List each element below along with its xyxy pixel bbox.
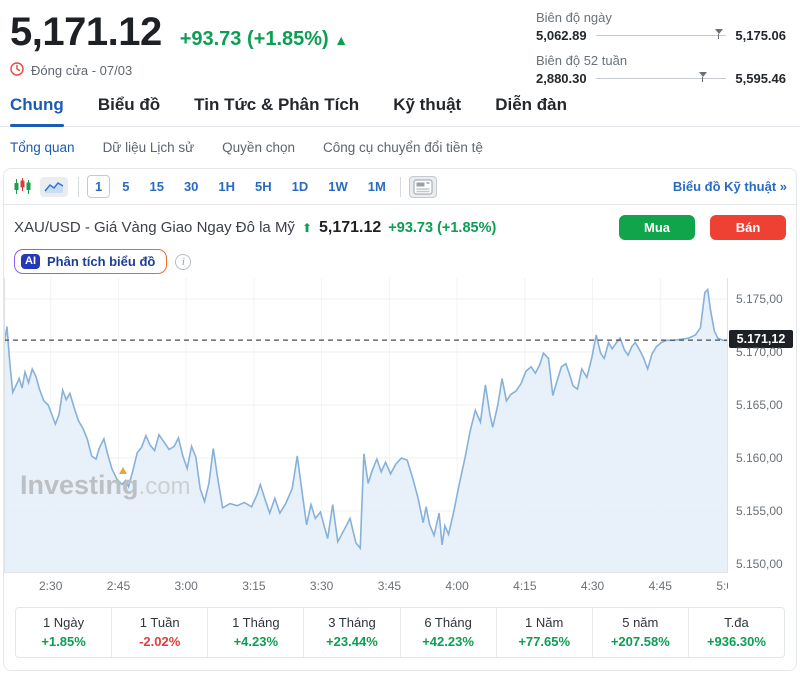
subtab-du-lieu-lich-su[interactable]: Dữ liệu Lịch sử	[103, 140, 195, 155]
x-tick-label: 2:45	[107, 579, 130, 593]
x-tick-label: 2:30	[39, 579, 62, 593]
subtab-tong-quan[interactable]: Tổng quan	[10, 140, 75, 155]
perf-max[interactable]: T.đa+936.30%	[689, 608, 784, 657]
performance-strip: 1 Ngày+1.85% 1 Tuần-2.02% 1 Tháng+4.23% …	[15, 607, 785, 658]
interval-5h[interactable]: 5H	[247, 175, 280, 198]
daily-range-high: 5,175.06	[735, 28, 786, 43]
tab-dien-dan[interactable]: Diễn đàn	[495, 95, 567, 126]
sub-tabs: Tổng quan Dữ liệu Lịch sử Quyền chọn Côn…	[0, 127, 800, 168]
perf-1-week[interactable]: 1 Tuần-2.02%	[112, 608, 208, 657]
x-tick-label: 4:00	[445, 579, 468, 593]
daily-range-track	[596, 35, 727, 36]
tab-ky-thuat[interactable]: Kỹ thuật	[393, 95, 461, 126]
interval-15[interactable]: 15	[141, 175, 171, 198]
x-tick-label: 3:45	[378, 579, 401, 593]
toolbar-divider	[400, 177, 401, 197]
chart-widget: 1 5 15 30 1H 5H 1D 1W 1M Biểu đồ Kỹ thuậ…	[3, 168, 797, 671]
52wk-range-track	[596, 78, 727, 79]
interval-1w[interactable]: 1W	[320, 175, 356, 198]
tab-tin-tuc[interactable]: Tin Tức & Phân Tích	[194, 95, 359, 126]
toolbar-divider	[78, 177, 79, 197]
clock-icon	[10, 62, 24, 79]
ai-icon: AI	[21, 254, 40, 269]
ai-analysis-button[interactable]: AI Phân tích biểu đồ	[14, 249, 167, 274]
line-chart-icon[interactable]	[40, 177, 68, 197]
perf-1-day[interactable]: 1 Ngày+1.85%	[16, 608, 112, 657]
y-tick-label: 5.165,00	[736, 398, 783, 412]
interval-1h[interactable]: 1H	[210, 175, 243, 198]
perf-6-months[interactable]: 6 Tháng+42.23%	[401, 608, 497, 657]
y-tick-label: 5.170,00	[736, 345, 783, 359]
candlestick-chart-icon[interactable]	[13, 177, 32, 196]
news-events-icon[interactable]	[409, 176, 437, 198]
interval-5[interactable]: 5	[114, 175, 137, 198]
perf-1-year[interactable]: 1 Năm+77.65%	[497, 608, 593, 657]
y-tick-label: 5.150,00	[736, 557, 783, 571]
daily-range: Biên độ ngày 5,062.89 5,175.06	[536, 10, 786, 43]
y-axis: 5.171,12 5.175,005.170,005.165,005.160,0…	[728, 278, 796, 573]
x-tick-label: 3:15	[242, 579, 265, 593]
technical-chart-link[interactable]: Biểu đồ Kỹ thuật »	[673, 179, 787, 194]
tab-chung[interactable]: Chung	[10, 95, 64, 126]
up-arrow-icon: ⬆	[302, 221, 312, 235]
x-tick-label: 4:15	[513, 579, 536, 593]
last-price: 5,171.12	[10, 10, 162, 55]
sell-button[interactable]: Bán	[710, 215, 786, 240]
area-chart-svg	[4, 278, 728, 573]
x-tick-label: 3:00	[174, 579, 197, 593]
market-status: Đóng cửa - 07/03	[31, 63, 132, 78]
52wk-range-low: 2,880.30	[536, 71, 587, 86]
52wk-range-label: Biên độ 52 tuần	[536, 53, 786, 68]
x-tick-label: 5:00	[716, 579, 728, 593]
info-icon[interactable]: i	[175, 254, 191, 270]
interval-1m[interactable]: 1M	[360, 175, 394, 198]
interval-1d[interactable]: 1D	[284, 175, 317, 198]
subtab-cong-cu[interactable]: Công cụ chuyển đổi tiền tệ	[323, 140, 483, 155]
price-change: +93.73 (+1.85%) ▲	[180, 28, 348, 51]
chart-change: +93.73 (+1.85%)	[388, 220, 496, 236]
y-tick-label: 5.175,00	[736, 292, 783, 306]
perf-1-month[interactable]: 1 Tháng+4.23%	[208, 608, 304, 657]
interval-30[interactable]: 30	[176, 175, 206, 198]
perf-3-months[interactable]: 3 Tháng+23.44%	[304, 608, 400, 657]
perf-5-years[interactable]: 5 năm+207.58%	[593, 608, 689, 657]
chart-title: XAU/USD - Giá Vàng Giao Ngay Đô la Mỹ	[14, 219, 295, 236]
subtab-quyen-chon[interactable]: Quyền chọn	[222, 140, 295, 155]
range-panel: Biên độ ngày 5,062.89 5,175.06 Biên độ 5…	[536, 10, 786, 96]
x-tick-label: 3:30	[310, 579, 333, 593]
up-triangle-icon: ▲	[334, 32, 348, 48]
chart-price: 5,171.12	[319, 219, 381, 237]
instrument-header: 5,171.12 +93.73 (+1.85%) ▲ Đóng cửa - 07…	[0, 0, 800, 79]
daily-range-label: Biên độ ngày	[536, 10, 786, 25]
y-tick-label: 5.155,00	[736, 504, 783, 518]
daily-range-low: 5,062.89	[536, 28, 587, 43]
x-tick-label: 4:30	[581, 579, 604, 593]
buy-button[interactable]: Mua	[619, 215, 695, 240]
price-chart[interactable]: Investing.com 5.171,12 5.175,005.170,005…	[4, 278, 796, 573]
52wk-range-high: 5,595.46	[735, 71, 786, 86]
tab-bieu-do[interactable]: Biểu đồ	[98, 95, 160, 126]
x-tick-label: 4:45	[649, 579, 672, 593]
chart-plot[interactable]: Investing.com	[4, 278, 728, 573]
y-tick-label: 5.160,00	[736, 451, 783, 465]
main-tabs: Chung Biểu đồ Tin Tức & Phân Tích Kỹ thu…	[0, 95, 800, 127]
52wk-range: Biên độ 52 tuần 2,880.30 5,595.46	[536, 53, 786, 86]
chart-toolbar: 1 5 15 30 1H 5H 1D 1W 1M Biểu đồ Kỹ thuậ…	[4, 169, 796, 205]
ai-analysis-label: Phân tích biểu đồ	[47, 254, 155, 269]
interval-1[interactable]: 1	[87, 175, 110, 198]
x-axis: 2:30 2:45 3:00 3:15 3:30 3:45 4:00 4:15 4:30 4:45…	[4, 573, 728, 597]
